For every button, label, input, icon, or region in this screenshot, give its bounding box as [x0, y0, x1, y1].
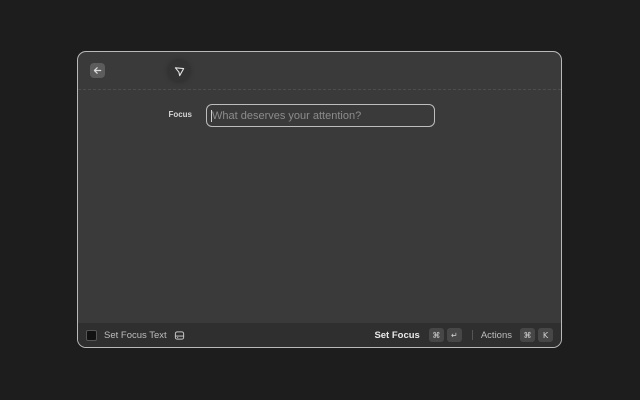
back-button[interactable]: [90, 63, 105, 78]
search-bar: [78, 52, 561, 90]
focus-window: Focus Set Focus Text Set Focus ⌘ ↵ Actio…: [77, 51, 562, 348]
focus-icon: [168, 60, 190, 82]
hard-drive-icon: [174, 330, 185, 341]
command-key: ⌘: [428, 328, 444, 342]
footer-divider: [471, 330, 473, 340]
actions-button[interactable]: Actions: [481, 330, 512, 341]
focus-text-input[interactable]: [206, 104, 435, 127]
return-key: ↵: [446, 328, 462, 342]
arrow-left-icon: [93, 67, 102, 74]
command-key: ⌘: [520, 328, 535, 342]
k-key: K: [538, 328, 553, 342]
focus-field-label: Focus: [168, 110, 192, 119]
footer-title: Set Focus Text: [104, 329, 167, 341]
set-focus-button[interactable]: Set Focus: [374, 330, 419, 341]
action-footer: Set Focus Text Set Focus ⌘ ↵ Actions ⌘ K: [78, 323, 561, 347]
text-caret: [211, 110, 212, 122]
app-icon: [86, 329, 97, 341]
